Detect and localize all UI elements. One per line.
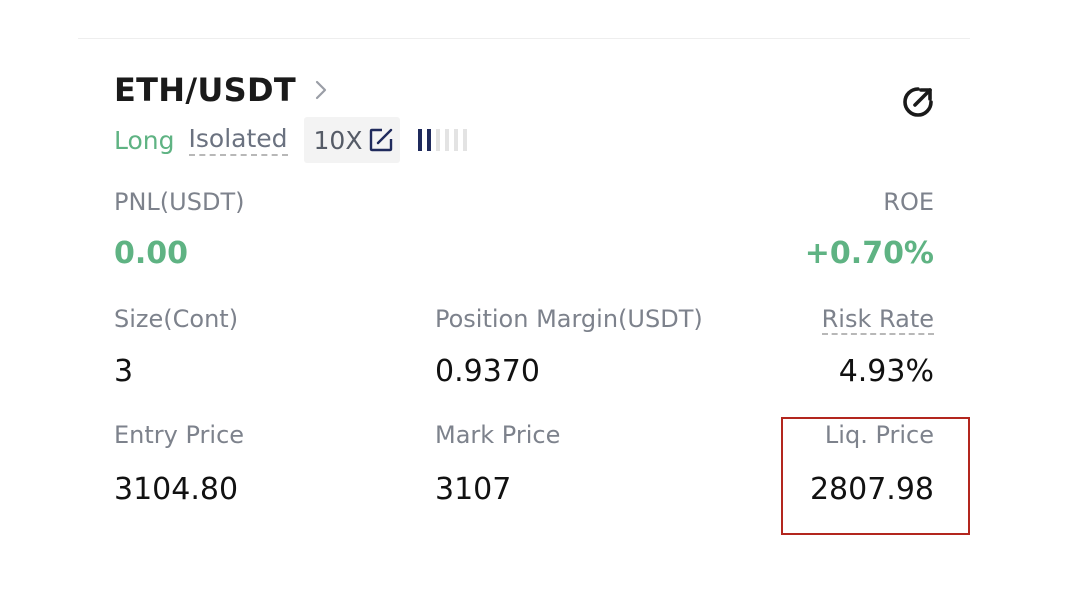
risk-rate-label[interactable]: Risk Rate bbox=[821, 305, 934, 335]
risk-bar bbox=[445, 129, 450, 151]
size-label: Size(Cont) bbox=[114, 305, 239, 333]
liq-price-highlight bbox=[781, 417, 970, 535]
leverage-value: 10X bbox=[313, 125, 363, 155]
pnl-value: 0.00 bbox=[114, 236, 189, 271]
pair-title[interactable]: ETH/USDT bbox=[114, 71, 296, 109]
position-margin-label: Position Margin(USDT) bbox=[435, 305, 703, 333]
risk-bar bbox=[427, 129, 432, 151]
risk-bar bbox=[436, 129, 441, 151]
risk-bar bbox=[454, 129, 459, 151]
entry-price-label: Entry Price bbox=[114, 421, 245, 449]
divider bbox=[78, 38, 970, 39]
side-tag: Long bbox=[114, 125, 175, 155]
entry-price-value: 3104.80 bbox=[114, 472, 239, 507]
roe-value: +0.70% bbox=[804, 236, 934, 271]
risk-level-indicator bbox=[418, 128, 472, 152]
position-tags: Long Isolated 10X bbox=[114, 116, 472, 164]
position-card: ETH/USDT Long Isolated 10X PNL(USDT) ROE… bbox=[0, 0, 1086, 604]
mark-price-label: Mark Price bbox=[435, 421, 561, 449]
margin-mode-tag[interactable]: Isolated bbox=[188, 124, 288, 156]
chevron-right-icon[interactable] bbox=[314, 79, 328, 101]
share-icon[interactable] bbox=[901, 85, 935, 119]
position-margin-value: 0.9370 bbox=[435, 354, 540, 389]
pair-header[interactable]: ETH/USDT bbox=[114, 68, 328, 112]
share-button[interactable] bbox=[900, 84, 936, 120]
roe-label: ROE bbox=[883, 188, 934, 216]
pnl-label: PNL(USDT) bbox=[114, 188, 245, 216]
risk-bar bbox=[418, 129, 423, 151]
leverage-button[interactable]: 10X bbox=[303, 117, 401, 163]
risk-bar bbox=[463, 129, 468, 151]
size-value: 3 bbox=[114, 354, 134, 389]
edit-icon bbox=[370, 128, 393, 152]
mark-price-value: 3107 bbox=[435, 472, 512, 507]
risk-rate-value: 4.93% bbox=[838, 354, 934, 389]
